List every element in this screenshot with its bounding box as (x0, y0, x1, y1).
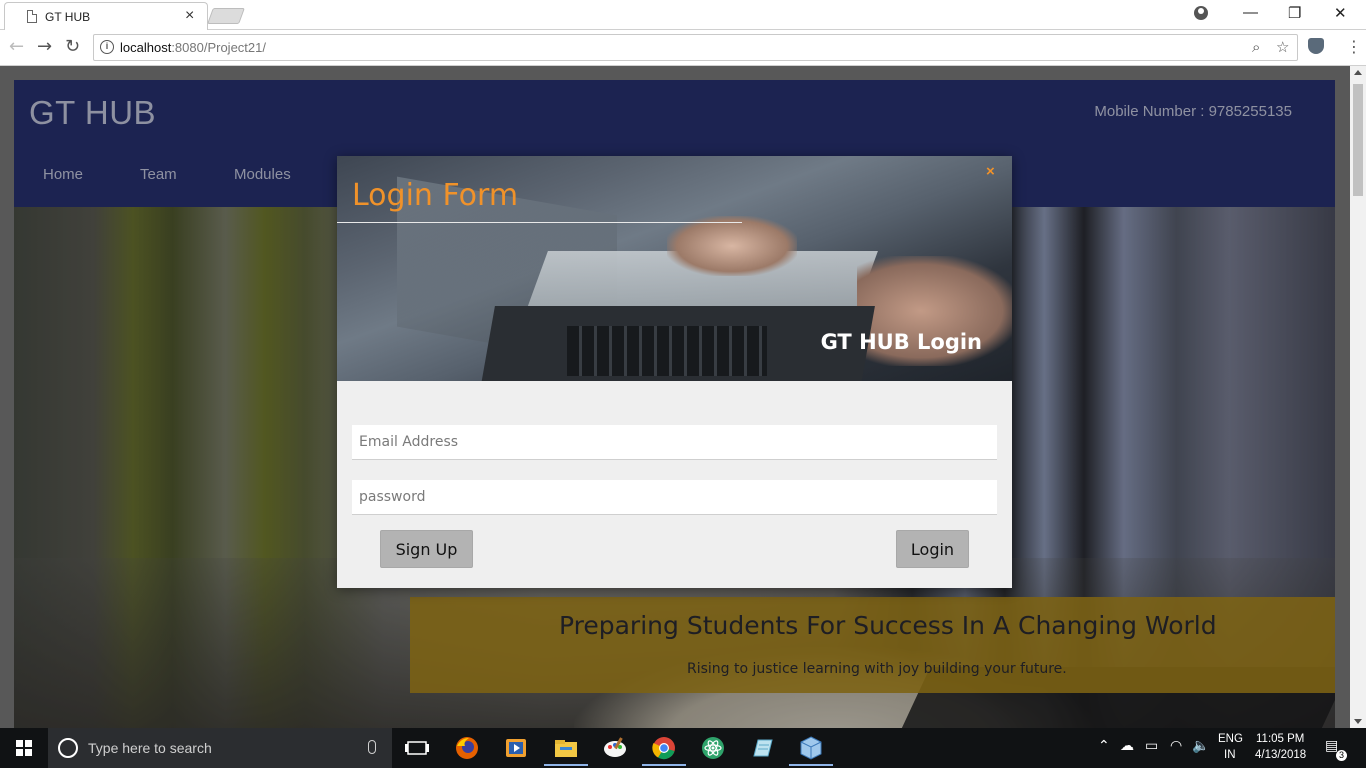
scrollbar-thumb[interactable] (1353, 84, 1363, 196)
file-explorer-icon[interactable] (544, 734, 588, 766)
firefox-icon[interactable] (453, 734, 481, 762)
browser-toolbar: ← → ↻ i localhost:8080/Project21/ ⌕ ☆ ⋮ (0, 30, 1366, 66)
url-path: :8080/Project21/ (171, 40, 266, 55)
modal-title: Login Form (352, 178, 519, 213)
wifi-icon[interactable]: ◠ (1170, 738, 1182, 754)
title-divider (337, 222, 742, 223)
paint-icon[interactable] (601, 734, 629, 762)
cortana-icon (58, 738, 78, 758)
microphone-icon[interactable] (368, 740, 376, 754)
notification-count-badge: 3 (1336, 750, 1347, 761)
close-window-button[interactable]: ✕ (1334, 4, 1347, 22)
tab-title: GT HUB (45, 10, 91, 24)
windows-taskbar: Type here to search ⌃ ☁ ▭ ◠ 🔈 ENG IN 11:… (0, 728, 1366, 768)
password-field[interactable] (352, 480, 997, 515)
sign-up-button[interactable]: Sign Up (380, 530, 473, 568)
browser-menu-icon[interactable]: ⋮ (1346, 37, 1362, 56)
volume-icon[interactable]: 🔈 (1192, 738, 1209, 754)
tray-overflow-chevron-icon[interactable]: ⌃ (1098, 738, 1110, 754)
page-scrollbar[interactable] (1350, 66, 1366, 728)
scroll-up-arrow-icon[interactable] (1354, 70, 1362, 75)
zoom-icon[interactable]: ⌕ (1252, 38, 1260, 56)
login-button[interactable]: Login (896, 530, 969, 568)
input-language-line1[interactable]: ENG (1218, 733, 1243, 745)
extension-shield-icon[interactable] (1308, 38, 1324, 54)
image-hand-pen (667, 216, 797, 276)
scroll-down-arrow-icon[interactable] (1354, 719, 1362, 724)
image-keyboard (567, 326, 767, 376)
taskbar-search[interactable]: Type here to search (48, 728, 392, 768)
email-field[interactable] (352, 425, 997, 460)
virtualbox-icon[interactable] (789, 734, 833, 766)
login-header-image: Login Form × GT HUB Login (337, 156, 1012, 381)
reload-icon[interactable]: ↻ (65, 36, 80, 57)
search-placeholder: Type here to search (88, 740, 212, 756)
task-view-icon[interactable] (403, 734, 431, 762)
media-player-icon[interactable] (502, 734, 530, 762)
chrome-icon[interactable] (642, 734, 686, 766)
input-language-line2[interactable]: IN (1224, 749, 1236, 761)
url-host: localhost (120, 40, 172, 55)
start-button[interactable] (0, 728, 48, 768)
restore-button[interactable]: ❐ (1288, 4, 1301, 22)
page-icon (27, 10, 37, 23)
bookmark-star-icon[interactable]: ☆ (1276, 38, 1289, 56)
forward-arrow-icon[interactable]: → (37, 36, 52, 57)
onedrive-cloud-icon[interactable]: ☁ (1120, 738, 1134, 754)
windows-logo-icon (16, 740, 32, 756)
page-viewport: GT HUB Mobile Number : 9785255135 Home T… (0, 66, 1350, 728)
login-modal: Login Form × GT HUB Login Sign Up Login (337, 156, 1012, 588)
browser-tab-strip: GT HUB × — ❐ ✕ (0, 0, 1366, 30)
address-bar[interactable]: i localhost:8080/Project21/ ⌕ ☆ (93, 34, 1298, 61)
info-icon[interactable]: i (100, 40, 114, 54)
clock-time[interactable]: 11:05 PM (1256, 733, 1304, 745)
url-text[interactable]: localhost:8080/Project21/ (120, 40, 266, 55)
battery-icon[interactable]: ▭ (1145, 738, 1158, 754)
clock-date[interactable]: 4/13/2018 (1255, 749, 1306, 761)
tab-close-icon[interactable]: × (185, 7, 194, 25)
close-icon[interactable]: × (986, 163, 995, 180)
new-tab-button[interactable] (207, 8, 245, 24)
modal-subtitle: GT HUB Login (820, 330, 982, 354)
browser-tab[interactable]: GT HUB × (4, 2, 208, 30)
notes-icon[interactable] (748, 734, 776, 762)
profile-icon[interactable] (1194, 6, 1208, 20)
atom-icon[interactable] (699, 734, 727, 762)
minimize-button[interactable]: — (1243, 4, 1258, 21)
back-arrow-icon[interactable]: ← (9, 36, 24, 57)
